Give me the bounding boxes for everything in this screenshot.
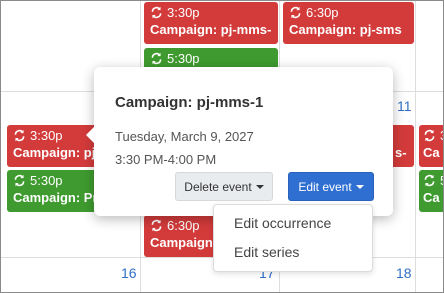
event-time: 5:30p	[30, 173, 63, 188]
delete-event-label: Delete event	[184, 179, 252, 194]
day-number-11[interactable]: 11	[397, 98, 412, 114]
popover-title: Campaign: pj-mms-1	[115, 94, 264, 111]
event-time: 5:30p	[167, 51, 200, 66]
repeat-icon	[424, 129, 435, 142]
calendar-month-view: 11 16 17 18 3:30p Campaign: pj-mms- 6:30…	[0, 0, 444, 293]
day-number-18[interactable]: 18	[396, 265, 412, 281]
event-time: 3	[440, 127, 443, 144]
repeat-icon	[151, 6, 162, 19]
event-time: 3:30p	[30, 128, 63, 143]
repeat-icon	[424, 174, 435, 187]
grid-line	[415, 1, 416, 292]
event-chip[interactable]: 3:30p Campaign: pj-mms-	[144, 2, 278, 44]
repeat-icon	[14, 129, 25, 142]
edit-event-label: Edit event	[298, 179, 352, 194]
event-popover: Campaign: pj-mms-1 Tuesday, March 9, 202…	[86, 67, 393, 216]
event-title: Ca	[423, 190, 440, 205]
event-title: Ca	[423, 145, 440, 160]
day-number-16[interactable]: 16	[121, 265, 137, 281]
edit-event-menu: Edit occurrence Edit series	[213, 204, 373, 272]
event-title: Campaign: pj-mms-	[150, 22, 272, 37]
repeat-icon	[151, 52, 162, 65]
event-chip[interactable]: 5 Ca	[419, 170, 443, 212]
event-time: 5	[440, 172, 443, 189]
event-time: 6:30p	[167, 218, 200, 233]
menu-item-edit-occurrence[interactable]: Edit occurrence	[234, 215, 331, 231]
caret-down-icon	[255, 184, 264, 189]
event-chip[interactable]: 6:30p Campaign: pj-sms	[283, 2, 414, 44]
popover-date: Tuesday, March 9, 2027	[115, 129, 254, 144]
delete-event-button[interactable]: Delete event	[175, 172, 273, 201]
event-time: 3:30p	[167, 5, 200, 20]
repeat-icon	[151, 219, 162, 232]
event-title: s-	[395, 145, 407, 160]
menu-item-edit-series[interactable]: Edit series	[234, 244, 299, 260]
popover-arrow	[86, 127, 94, 143]
caret-down-icon	[355, 184, 364, 189]
repeat-icon	[14, 174, 25, 187]
repeat-icon	[290, 6, 301, 19]
event-title: Campaign: pj-sms	[289, 22, 402, 37]
edit-event-button[interactable]: Edit event	[288, 172, 374, 201]
event-time: 6:30p	[306, 5, 339, 20]
popover-time: 3:30 PM-4:00 PM	[115, 152, 217, 167]
event-chip[interactable]: 3 Ca	[419, 125, 443, 167]
